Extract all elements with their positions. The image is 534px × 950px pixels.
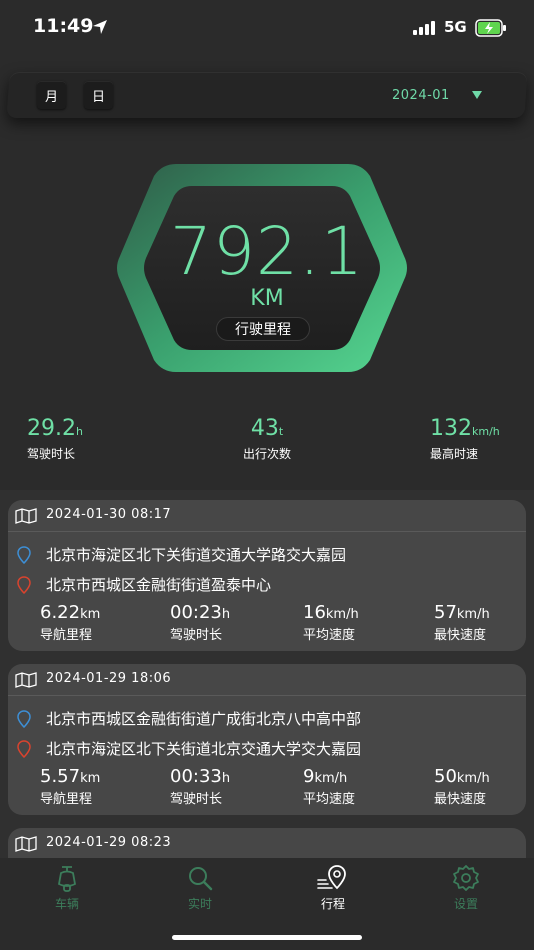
- trip-datetime: 2024-01-30 08:17: [46, 507, 172, 522]
- period-selector[interactable]: 2024-01: [392, 88, 450, 103]
- stat-unit: t: [278, 425, 284, 438]
- map-icon: [15, 508, 37, 524]
- metric-unit: km: [80, 607, 101, 622]
- metric-label: 导航里程: [40, 628, 93, 643]
- trip-metric-max-speed: 50km/h 最快速度: [434, 766, 490, 807]
- trip-metric-avg-speed: 16km/h 平均速度: [303, 602, 359, 643]
- day-toggle-button[interactable]: 日: [84, 81, 113, 109]
- tab-settings[interactable]: 设置: [426, 864, 506, 912]
- trip-card[interactable]: 2024-01-30 08:17 北京市海淀区北下关街道交通大学路交大嘉园 北京…: [8, 500, 526, 651]
- end-location-pin-icon: [17, 740, 31, 758]
- metric-label: 平均速度: [303, 792, 356, 807]
- tab-label: 行程: [320, 897, 345, 911]
- stat-trip-count: 43t 出行次数: [238, 416, 296, 462]
- tab-realtime[interactable]: 实时: [160, 864, 240, 912]
- tab-label: 车辆: [54, 897, 79, 911]
- metric-label: 驾驶时长: [170, 792, 223, 807]
- total-distance-value: 792.1: [170, 213, 364, 290]
- trip-metric-duration: 00:23h 驾驶时长: [170, 602, 230, 643]
- trip-metric-distance: 5.57km 导航里程: [40, 766, 100, 807]
- trip-end-address: 北京市西城区金融街街道盈泰中心: [46, 576, 272, 594]
- metric-value: 00:33: [170, 766, 222, 787]
- metric-value: 00:23: [170, 602, 222, 623]
- network-type: 5G: [444, 18, 467, 36]
- metric-value: 9: [303, 766, 315, 787]
- metric-label: 最快速度: [434, 628, 487, 643]
- stat-value: 43: [250, 416, 279, 441]
- trip-metric-distance: 6.22km 导航里程: [40, 602, 100, 643]
- metric-label: 驾驶时长: [170, 628, 223, 643]
- trip-card-header: 2024-01-29 08:23: [8, 828, 526, 858]
- battery-charging-icon: [475, 19, 506, 37]
- metric-unit: km/h: [325, 607, 359, 622]
- trip-list[interactable]: 2024-01-30 08:17 北京市海淀区北下关街道交通大学路交大嘉园 北京…: [0, 490, 534, 858]
- tab-vehicle[interactable]: 车辆: [27, 864, 107, 912]
- trip-metric-max-speed: 57km/h 最快速度: [434, 602, 490, 643]
- month-toggle-button[interactable]: 月: [37, 81, 66, 109]
- trip-datetime: 2024-01-29 08:23: [46, 835, 172, 850]
- metric-value: 16: [303, 602, 326, 623]
- metric-unit: km: [80, 771, 101, 786]
- scooter-icon: [57, 866, 77, 892]
- tab-trips[interactable]: 行程: [293, 864, 373, 912]
- signal-icon: [413, 21, 435, 35]
- tab-label: 实时: [187, 897, 212, 911]
- metric-value: 5.57: [40, 766, 81, 787]
- total-distance-unit: KM: [250, 286, 284, 311]
- metric-unit: km/h: [314, 771, 348, 786]
- stat-max-speed: 132km/h 最高时速: [430, 416, 500, 462]
- metric-label: 平均速度: [303, 628, 356, 643]
- trip-card[interactable]: 2024-01-29 18:06 北京市西城区金融街街道广成街北京八中高中部 北…: [8, 664, 526, 815]
- metric-unit: km/h: [456, 607, 490, 622]
- tab-label: 设置: [453, 897, 478, 911]
- metric-unit: h: [221, 607, 231, 622]
- start-location-pin-icon: [17, 546, 31, 564]
- metric-label: 导航里程: [40, 792, 93, 807]
- metric-unit: km/h: [456, 771, 490, 786]
- chevron-down-icon[interactable]: [472, 91, 482, 99]
- stat-label: 驾驶时长: [27, 447, 76, 461]
- route-pin-icon: [317, 865, 346, 890]
- trip-datetime: 2024-01-29 18:06: [46, 671, 172, 686]
- total-distance-label: 行驶里程: [216, 317, 310, 341]
- metric-unit: h: [221, 771, 231, 786]
- metric-label: 最快速度: [434, 792, 487, 807]
- search-icon: [189, 867, 213, 891]
- trip-start-address: 北京市海淀区北下关街道交通大学路交大嘉园: [46, 546, 347, 564]
- location-arrow-icon: [93, 20, 107, 34]
- trip-card-header: 2024-01-30 08:17: [8, 500, 526, 532]
- metric-value: 6.22: [40, 602, 81, 623]
- metric-value: 50: [434, 766, 457, 787]
- stat-unit: km/h: [472, 425, 500, 438]
- trip-metric-avg-speed: 9km/h 平均速度: [303, 766, 355, 807]
- stat-value: 132: [430, 416, 472, 441]
- end-location-pin-icon: [17, 576, 31, 594]
- gear-icon: [453, 865, 479, 891]
- trip-card[interactable]: 2024-01-29 08:23: [8, 828, 526, 858]
- start-location-pin-icon: [17, 710, 31, 728]
- metric-value: 57: [434, 602, 457, 623]
- trip-end-address: 北京市海淀区北下关街道北京交通大学交大嘉园: [46, 740, 362, 758]
- status-bar: 11:49 5G: [0, 0, 534, 56]
- stat-value: 29.2: [27, 416, 76, 441]
- map-icon: [15, 672, 37, 688]
- stat-unit: h: [75, 425, 83, 438]
- trip-metric-duration: 00:33h 驾驶时长: [170, 766, 230, 807]
- stat-label: 最高时速: [430, 447, 479, 461]
- home-indicator[interactable]: [172, 935, 362, 940]
- status-time: 11:49: [33, 15, 94, 37]
- stat-drive-duration: 29.2h 驾驶时长: [27, 416, 83, 462]
- map-icon: [15, 836, 37, 852]
- trip-card-header: 2024-01-29 18:06: [8, 664, 526, 696]
- trip-start-address: 北京市西城区金融街街道广成街北京八中高中部: [46, 710, 362, 728]
- stat-label: 出行次数: [242, 447, 291, 461]
